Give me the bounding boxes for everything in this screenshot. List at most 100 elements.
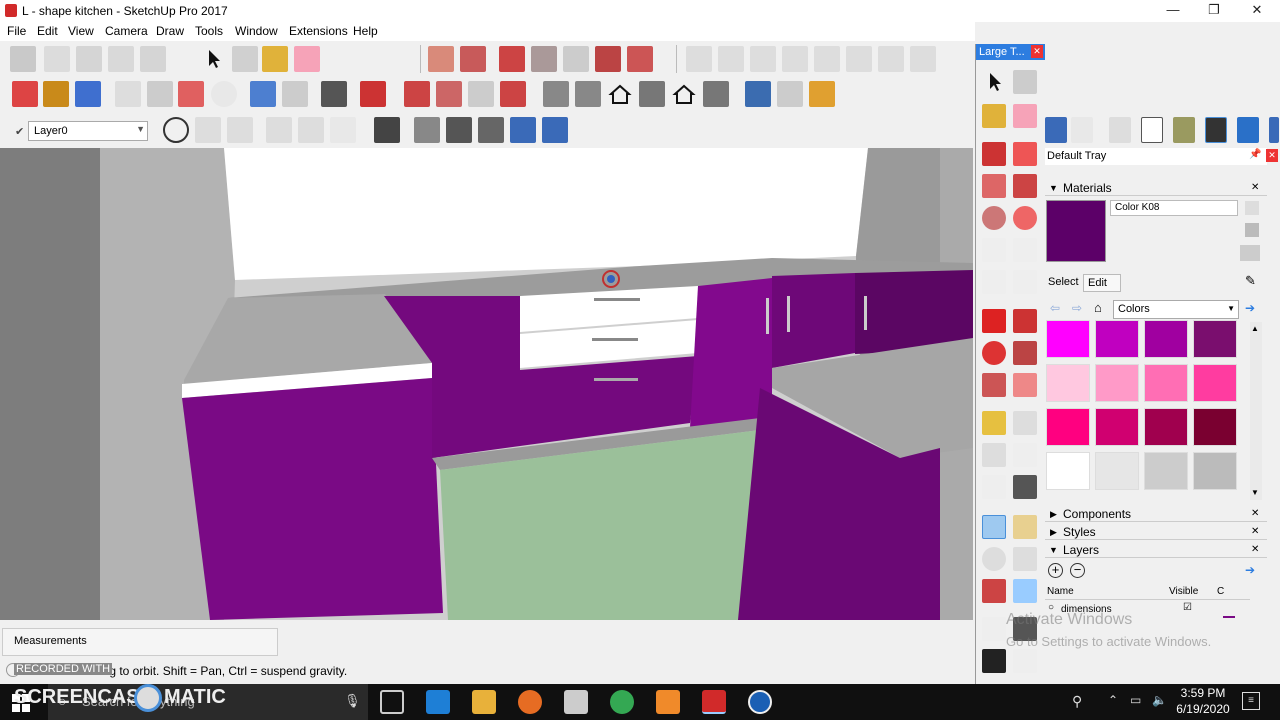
style-mono-shaded-icon[interactable] [1237, 117, 1259, 143]
tray-close-icon[interactable]: ✕ [1266, 149, 1278, 162]
style-shaded-icon[interactable] [510, 117, 536, 143]
eraser-tool-icon[interactable] [1013, 104, 1037, 128]
3d-warehouse-icon[interactable] [404, 81, 430, 107]
save-icon[interactable] [75, 81, 101, 107]
clock-date[interactable]: 6/19/2020 [1176, 702, 1230, 716]
network-icon[interactable]: ▭ [1130, 693, 1141, 707]
axes-icon[interactable] [982, 475, 1006, 499]
photo-textures-icon[interactable] [809, 81, 835, 107]
material-swatch[interactable] [1144, 408, 1188, 446]
pan-icon[interactable] [1013, 515, 1037, 539]
open-file-icon[interactable] [43, 81, 69, 107]
two-point-arc-icon[interactable] [1013, 238, 1037, 262]
camera-back-icon[interactable] [671, 81, 697, 107]
sun-icon[interactable] [814, 46, 840, 72]
polygon-icon[interactable] [1013, 206, 1037, 230]
file-explorer-icon[interactable] [472, 690, 496, 714]
material-swatch[interactable] [1095, 408, 1139, 446]
camera-right-icon[interactable] [639, 81, 665, 107]
show-hidden-icons[interactable]: ⌃ [1108, 693, 1118, 707]
shadows-icon[interactable] [750, 46, 776, 72]
house-front-icon[interactable] [607, 81, 633, 107]
styles-close-icon[interactable]: ✕ [1251, 524, 1259, 540]
stamp-icon[interactable] [531, 46, 557, 72]
move-icon[interactable] [982, 309, 1006, 333]
material-swatch[interactable] [1144, 320, 1188, 358]
qlik-icon[interactable] [656, 690, 680, 714]
union-icon[interactable] [227, 117, 253, 143]
camera-top-icon[interactable] [575, 81, 601, 107]
menu-draw[interactable]: Draw [156, 24, 184, 38]
views-right-icon[interactable] [108, 46, 134, 72]
globe-icon[interactable] [878, 46, 904, 72]
dimension-icon[interactable] [1013, 411, 1037, 435]
notification-center-icon[interactable]: ≡ [1242, 692, 1260, 710]
material-name-input[interactable]: Color K08 [1110, 200, 1238, 216]
zoom-window-icon[interactable] [1013, 547, 1037, 571]
paint-bucket-icon[interactable] [262, 46, 288, 72]
add-layer-icon[interactable]: + [1048, 563, 1063, 578]
material-swatch[interactable] [1095, 364, 1139, 402]
style-hidden-line-icon[interactable] [478, 117, 504, 143]
material-swatch[interactable] [1046, 320, 1090, 358]
new-file-icon[interactable] [12, 81, 38, 107]
home-icon[interactable]: ⌂ [1094, 300, 1102, 315]
restore-button[interactable]: ❐ [1191, 0, 1237, 22]
solid-tools-outer-shell-icon[interactable] [163, 117, 189, 143]
split-icon[interactable] [330, 117, 356, 143]
camera-iso-icon[interactable] [543, 81, 569, 107]
create-material-icon[interactable] [1245, 201, 1259, 215]
location-icon[interactable] [686, 46, 712, 72]
people-icon[interactable]: ⚲ [1072, 693, 1082, 710]
style-wireframe-icon[interactable] [446, 117, 472, 143]
chrome-icon[interactable] [610, 690, 634, 714]
default-material-icon[interactable] [1240, 245, 1260, 261]
volume-icon[interactable]: 🔈 [1152, 693, 1167, 707]
materials-close-icon[interactable]: ✕ [1251, 180, 1259, 196]
add-location-icon[interactable] [745, 81, 771, 107]
sketchup-taskbar-icon[interactable] [702, 690, 726, 714]
microphone-icon[interactable]: 🎙 [344, 693, 361, 709]
layer-visible-checkbox[interactable]: ☑ [1183, 602, 1192, 613]
material-swatch[interactable] [1144, 452, 1188, 490]
menu-window[interactable]: Window [235, 24, 278, 38]
fog-icon[interactable] [718, 46, 744, 72]
tab-edit[interactable]: Edit [1083, 274, 1121, 292]
scroll-down-icon[interactable]: ▼ [1251, 488, 1259, 497]
close-toolbar-icon[interactable]: ✕ [1031, 45, 1043, 58]
tape-measure-icon[interactable] [982, 411, 1006, 435]
trim-icon[interactable] [298, 117, 324, 143]
style-xray-toggle-icon[interactable] [1205, 117, 1227, 143]
style-xray-icon[interactable] [374, 117, 400, 143]
store-icon[interactable] [564, 690, 588, 714]
style-mono-icon[interactable] [1109, 117, 1131, 143]
undo-icon[interactable] [250, 81, 276, 107]
component-icon[interactable] [1013, 70, 1037, 94]
views-front-icon[interactable] [76, 46, 102, 72]
previous-view-icon[interactable] [1013, 579, 1037, 603]
style-wire-icon[interactable] [1071, 117, 1093, 143]
material-swatch[interactable] [1193, 408, 1237, 446]
style-backedges-icon[interactable] [414, 117, 440, 143]
3d-text-icon[interactable] [1013, 475, 1037, 499]
scroll-up-icon[interactable]: ▲ [1251, 324, 1259, 333]
material-swatch[interactable] [1193, 452, 1237, 490]
pin-icon[interactable]: 📌 [1249, 149, 1261, 160]
protractor-icon[interactable] [982, 443, 1006, 467]
flip-edge-icon[interactable] [627, 46, 653, 72]
material-swatch[interactable] [1046, 408, 1090, 446]
menu-tools[interactable]: Tools [195, 24, 223, 38]
add-detail-icon[interactable] [595, 46, 621, 72]
task-view-icon[interactable] [380, 690, 404, 714]
views-back-icon[interactable] [140, 46, 166, 72]
settings-icon[interactable] [910, 46, 936, 72]
model-viewport[interactable] [0, 148, 973, 620]
materials-header[interactable]: ▼ Materials ✕ [1045, 180, 1267, 196]
match-photo-icon[interactable] [782, 46, 808, 72]
menu-extensions[interactable]: Extensions [289, 24, 348, 38]
measurements-box[interactable]: Measurements [2, 628, 278, 656]
copy-icon[interactable] [147, 81, 173, 107]
remove-layer-icon[interactable]: − [1070, 563, 1085, 578]
material-swatch[interactable] [1046, 452, 1090, 490]
material-swatch[interactable] [1193, 364, 1237, 402]
